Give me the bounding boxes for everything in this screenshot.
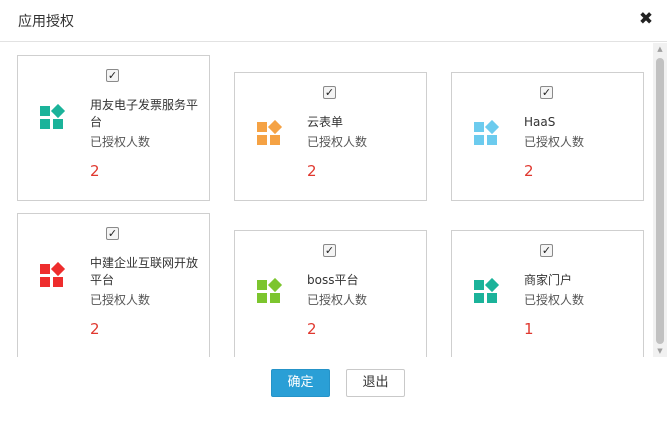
app-name: HaaS [524,115,556,129]
app-card[interactable]: ✓ boss平台 已授权人数 2 [234,230,427,357]
auth-label: 已授权人数 [90,293,151,307]
app-checkbox[interactable]: ✓ [540,86,553,99]
dialog-title: 应用授权 [18,14,74,30]
auth-label: 已授权人数 [307,293,368,307]
auth-label: 已授权人数 [524,135,585,149]
close-icon[interactable]: ✖ [637,9,655,29]
auth-count: 2 [307,162,317,180]
auth-count: 2 [90,162,100,180]
app-grid-icon [474,278,500,303]
vertical-scrollbar[interactable]: ▲ ▼ [653,43,667,357]
app-name: 用友电子发票服务平台 [90,98,199,129]
scroll-up-icon[interactable]: ▲ [653,43,667,55]
app-card[interactable]: ✓ HaaS 已授权人数 2 [451,72,644,201]
app-name: 中建企业互联网开放平台 [90,256,199,287]
exit-button[interactable]: 退出 [346,369,405,397]
auth-label: 已授权人数 [90,135,151,149]
app-checkbox[interactable]: ✓ [106,69,119,82]
app-name: 云表单 [307,115,344,129]
app-grid-icon [257,278,283,303]
auth-count: 2 [524,162,534,180]
app-card[interactable]: ✓ 中建企业互联网开放平台 已授权人数 2 [17,213,210,357]
app-checkbox[interactable]: ✓ [106,227,119,240]
app-grid-icon [40,104,66,129]
confirm-button[interactable]: 确定 [271,369,330,397]
app-card-grid: ✓ 用友电子发票服务平台 已授权人数 2 ✓ 云表单 已授权人数 2 ✓ Haa… [0,43,667,357]
dialog-footer: 确定 退出 [0,357,667,424]
dialog-header: 应用授权 ✖ [0,0,667,42]
app-card[interactable]: ✓ 云表单 已授权人数 2 [234,72,427,201]
app-grid-icon [40,262,66,287]
app-name: boss平台 [307,273,359,287]
app-checkbox[interactable]: ✓ [323,244,336,257]
app-grid-icon [474,120,500,145]
scrollbar-thumb[interactable] [656,58,664,344]
app-checkbox[interactable]: ✓ [323,86,336,99]
app-card[interactable]: ✓ 商家门户 已授权人数 1 [451,230,644,357]
scroll-down-icon[interactable]: ▼ [653,345,667,357]
app-checkbox[interactable]: ✓ [540,244,553,257]
app-card[interactable]: ✓ 用友电子发票服务平台 已授权人数 2 [17,55,210,201]
auth-count: 1 [524,320,534,338]
app-name: 商家门户 [524,273,573,287]
auth-label: 已授权人数 [307,135,368,149]
auth-label: 已授权人数 [524,293,585,307]
auth-count: 2 [307,320,317,338]
app-grid-icon [257,120,283,145]
auth-count: 2 [90,320,100,338]
